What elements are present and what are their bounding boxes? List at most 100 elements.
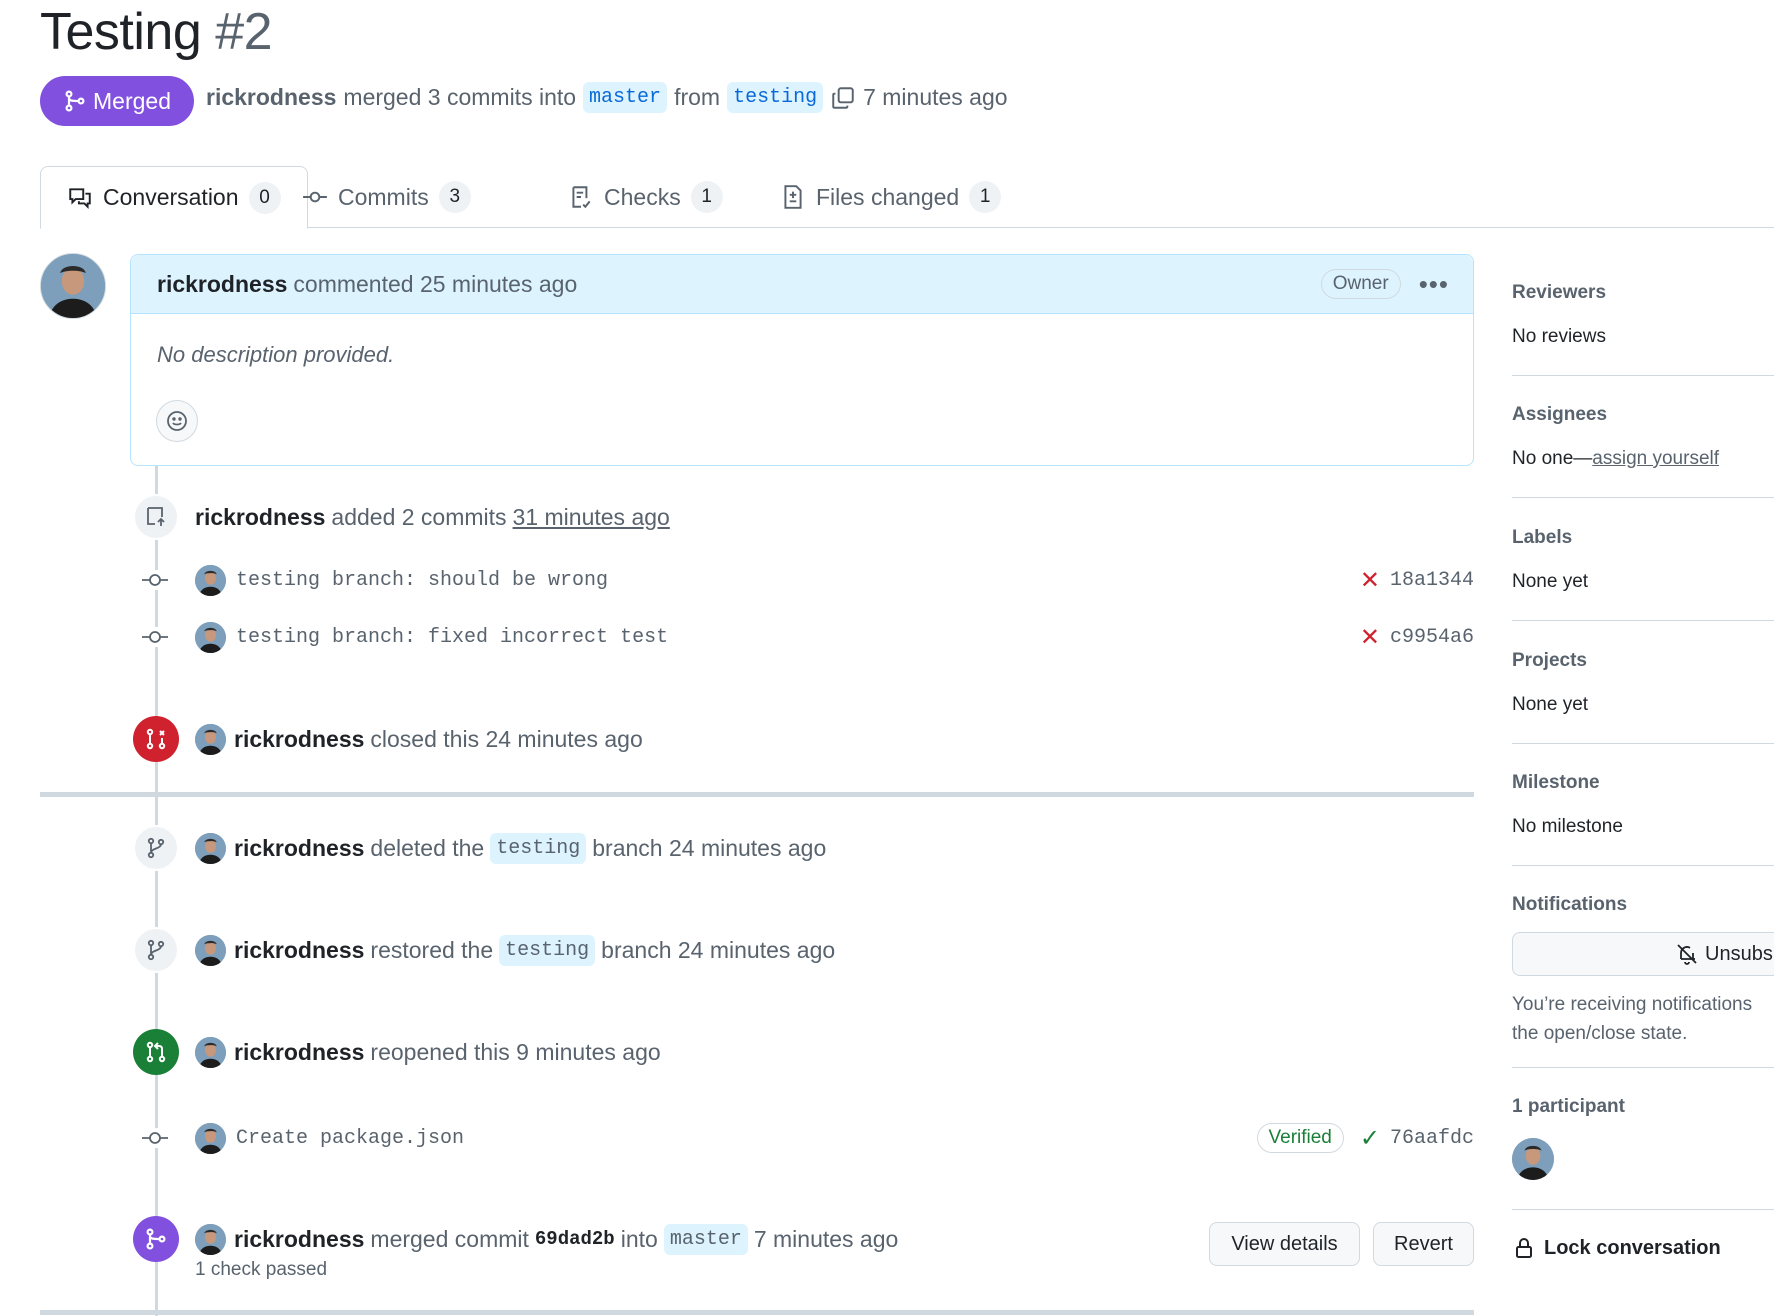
- avatar[interactable]: [195, 723, 226, 755]
- avatar-image: [41, 254, 105, 318]
- commit-sha-link[interactable]: 18a1344: [1390, 569, 1474, 592]
- sidebar-title[interactable]: Milestone: [1512, 772, 1774, 794]
- sidebar-labels: Labels None yet: [1512, 527, 1774, 621]
- commit-message-link[interactable]: testing branch: should be wrong: [236, 569, 608, 592]
- base-branch[interactable]: master: [583, 82, 668, 113]
- pr-tabs: Conversation 0 Commits 3 Checks 1 Files …: [40, 166, 1774, 229]
- sidebar-title[interactable]: Projects: [1512, 650, 1774, 672]
- merge-icon: [146, 1228, 166, 1250]
- pr-state-badge: Merged: [40, 76, 194, 126]
- avatar[interactable]: [195, 1223, 226, 1255]
- add-reaction-button[interactable]: [156, 400, 198, 442]
- lock-conversation-button[interactable]: Lock conversation: [1512, 1236, 1721, 1260]
- revert-button[interactable]: Revert: [1373, 1222, 1474, 1266]
- notifications-note: You’re receiving notifications the open/…: [1512, 990, 1774, 1048]
- event-time-link[interactable]: 31 minutes ago: [513, 504, 670, 531]
- comment-action: commented 25 minutes ago: [293, 270, 578, 297]
- sidebar-title[interactable]: Assignees: [1512, 404, 1774, 426]
- sidebar-reviewers: Reviewers No reviews: [1512, 282, 1774, 376]
- event-badge: [133, 1216, 179, 1262]
- from-text: from: [674, 84, 721, 110]
- unsubscribe-button[interactable]: Unsubs: [1512, 932, 1774, 976]
- verified-badge[interactable]: Verified: [1256, 1123, 1344, 1153]
- commit-node: [140, 1128, 170, 1148]
- tab-checks[interactable]: Checks 1: [568, 166, 723, 228]
- sidebar-title: 1 participant: [1512, 1096, 1625, 1117]
- event-author-link[interactable]: rickrodness: [234, 726, 364, 753]
- passed-check-icon[interactable]: ✓: [1360, 1124, 1380, 1153]
- timeline-event-reopened: rickrodness reopened this 9 minutes ago: [133, 1029, 661, 1075]
- assign-yourself-link[interactable]: assign yourself: [1592, 448, 1719, 469]
- git-branch-icon: [147, 939, 165, 961]
- avatar[interactable]: [195, 1036, 226, 1068]
- avatar[interactable]: [40, 253, 106, 319]
- commit-sha-link[interactable]: c9954a6: [1390, 626, 1474, 649]
- event-author-link[interactable]: rickrodness: [195, 504, 325, 531]
- commit-icon: [142, 1132, 168, 1144]
- lock-icon: [1516, 1238, 1532, 1258]
- commit-message-link[interactable]: testing branch: fixed incorrect test: [236, 626, 668, 649]
- avatar[interactable]: [195, 621, 226, 653]
- avatar-image: [195, 564, 226, 596]
- branch-name: testing: [490, 832, 587, 864]
- commit-row: testing branch: fixed incorrect test ✕ c…: [140, 617, 1474, 657]
- timeline-divider: [40, 792, 1474, 797]
- avatar-image: [195, 1122, 226, 1154]
- event-text: reopened this 9 minutes ago: [370, 1038, 661, 1065]
- event-text: deleted the: [370, 834, 485, 861]
- tab-label: Files changed: [816, 183, 960, 210]
- sidebar-title[interactable]: Labels: [1512, 527, 1774, 549]
- tab-commits[interactable]: Commits 3: [302, 166, 471, 228]
- commit-node: [140, 627, 170, 647]
- comment-author-link[interactable]: rickrodness: [157, 271, 287, 298]
- event-badge: [133, 927, 179, 973]
- event-time: 7 minutes ago: [753, 1225, 899, 1252]
- comment-card: rickrodness commented 25 minutes ago Own…: [130, 254, 1474, 466]
- copy-icon[interactable]: [830, 85, 856, 111]
- pr-number: #2: [215, 3, 273, 61]
- participant-avatar[interactable]: [1512, 1138, 1554, 1180]
- avatar-image: [195, 832, 226, 864]
- pr-author-link[interactable]: rickrodness: [206, 84, 336, 111]
- failed-check-icon[interactable]: ✕: [1360, 623, 1380, 652]
- avatar-image: [195, 1036, 226, 1068]
- commit-row: testing branch: should be wrong ✕ 18a134…: [140, 560, 1474, 600]
- view-details-button[interactable]: View details: [1209, 1222, 1360, 1266]
- merge-icon: [65, 90, 85, 112]
- commit-sha-link[interactable]: 76aafdc: [1390, 1127, 1474, 1150]
- sidebar-title: Notifications: [1512, 894, 1628, 915]
- branch-name-link[interactable]: master: [663, 1223, 748, 1255]
- sidebar-milestone: Milestone No milestone: [1512, 772, 1774, 866]
- tab-counter: 3: [438, 181, 471, 213]
- commit-icon: [142, 631, 168, 643]
- event-author-link[interactable]: rickrodness: [234, 835, 364, 862]
- pr-meta-text: merged 3 commits into: [343, 84, 577, 110]
- head-branch[interactable]: testing: [727, 82, 824, 113]
- avatar[interactable]: [195, 564, 226, 596]
- avatar[interactable]: [195, 832, 226, 864]
- merge-commit-sha-link[interactable]: 69dad2b: [535, 1228, 615, 1250]
- smiley-icon: [167, 411, 187, 431]
- notifications-note-line: the open/close state.: [1512, 1023, 1688, 1044]
- event-text: restored the: [370, 936, 494, 963]
- avatar[interactable]: [195, 934, 226, 966]
- event-badge: [133, 494, 179, 540]
- failed-check-icon[interactable]: ✕: [1360, 566, 1380, 595]
- kebab-menu-icon[interactable]: •••: [1419, 269, 1449, 300]
- commit-status-group: Verified ✓ 76aafdc: [1256, 1123, 1474, 1153]
- tab-conversation[interactable]: Conversation 0: [40, 166, 308, 229]
- avatar[interactable]: [195, 1122, 226, 1154]
- branch-name-link[interactable]: testing: [499, 934, 596, 966]
- tab-label: Conversation: [103, 184, 239, 210]
- sidebar-title[interactable]: Reviewers: [1512, 282, 1774, 304]
- event-badge: [133, 716, 179, 762]
- event-author-link[interactable]: rickrodness: [234, 1226, 364, 1253]
- commit-message-link[interactable]: Create package.json: [236, 1127, 464, 1150]
- event-text: branch 24 minutes ago: [592, 834, 827, 861]
- timeline-event-added-commits: rickrodness added 2 commits 31 minutes a…: [133, 494, 670, 540]
- event-author-link[interactable]: rickrodness: [234, 1039, 364, 1066]
- event-author-link[interactable]: rickrodness: [234, 937, 364, 964]
- tab-files-changed[interactable]: Files changed 1: [780, 166, 1002, 228]
- commit-icon: [303, 191, 327, 203]
- tab-label: Commits: [338, 183, 429, 210]
